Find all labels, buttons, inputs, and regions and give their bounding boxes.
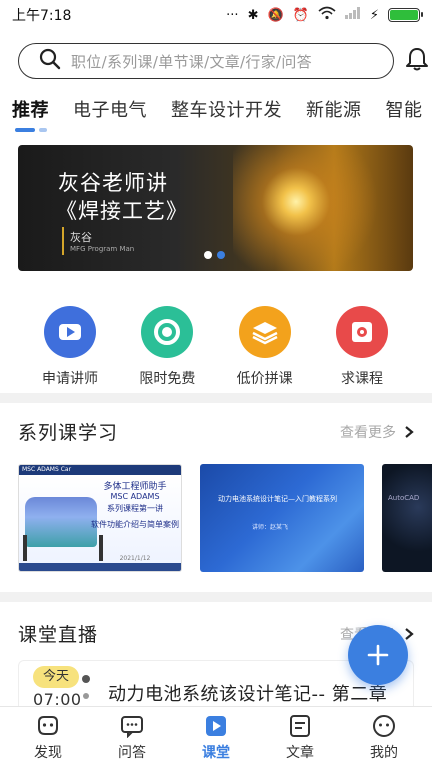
nav-profile[interactable]: 我的 [349, 714, 419, 762]
clock: 上午7:18 [12, 8, 72, 24]
series-section-title: 系列课学习 [18, 422, 119, 444]
more-label: 查看更多 [340, 424, 396, 441]
mute-bell-icon: 🔕 [267, 7, 284, 23]
live-title: 动力电池系统该设计笔记-- 第二章 [108, 684, 388, 705]
request-course-button[interactable]: 求课程 [322, 306, 402, 388]
nav-classroom[interactable]: 课堂 [181, 714, 251, 762]
search-placeholder: 职位/系列课/单节课/文章/行家/问答 [71, 52, 312, 71]
series-section-header: 系列课学习 查看更多 [18, 418, 414, 445]
card-header: MSC ADAMS Car [19, 465, 181, 475]
banner-title-line2: 《焊接工艺》 [56, 199, 188, 223]
nav-qa[interactable]: 问答 [97, 714, 167, 762]
tab-electronics[interactable]: 电子电气 [73, 96, 147, 126]
search-row: 职位/系列课/单节课/文章/行家/问答 [18, 43, 432, 79]
card-line2: MSC ADAMS [110, 492, 160, 501]
card-line4: 软件功能介绍与简单案例 [91, 520, 179, 529]
dots-icon: ··· [226, 7, 239, 23]
bluetooth-icon: ✱ [247, 7, 259, 23]
banner-dot[interactable] [217, 251, 225, 259]
plus-icon [367, 644, 389, 666]
alarm-icon: ⏰ [292, 7, 309, 23]
search-input[interactable]: 职位/系列课/单节课/文章/行家/问答 [18, 43, 394, 79]
series-more-link[interactable]: 查看更多 [340, 422, 414, 442]
card-line1: AutoCAD [388, 494, 420, 502]
group-buy-button[interactable]: 低价拼课 [225, 306, 305, 388]
free-limited-button[interactable]: 限时免费 [127, 306, 207, 388]
tab-recommend[interactable]: 推荐 [12, 96, 49, 126]
quick-label: 申请讲师 [42, 371, 98, 387]
nav-article[interactable]: 文章 [265, 714, 335, 762]
card-line1: 多体工程师助手 [103, 482, 167, 492]
series-course-card[interactable]: 动力电池系统设计笔记—入门教程系列 讲师：赵某飞 [200, 464, 364, 572]
card-date: 2021/1/12 [119, 555, 151, 562]
quick-label: 低价拼课 [236, 371, 293, 387]
nav-label: 课堂 [202, 744, 230, 761]
timeline-dot [82, 675, 90, 683]
welding-sparks-image [233, 145, 413, 271]
banner-teacher-role: MFG Program Man [70, 245, 135, 253]
charging-icon: ⚡ [369, 7, 379, 23]
banner-dot[interactable] [204, 251, 212, 259]
tab-indicator [15, 128, 49, 132]
live-section-title: 课堂直播 [18, 624, 99, 646]
nav-label: 我的 [370, 744, 398, 761]
timer-ring-icon [141, 306, 194, 358]
series-course-card[interactable]: AutoCAD [382, 464, 432, 572]
classroom-play-icon [206, 715, 226, 736]
profile-face-icon [373, 714, 395, 737]
play-video-icon [44, 306, 96, 358]
tab-vehicle-design[interactable]: 整车设计开发 [171, 96, 282, 126]
quick-label: 限时免费 [139, 371, 196, 387]
signal-icon [344, 7, 361, 23]
card-thumbnail: 多体工程师助手 MSC ADAMS 系列课程第一讲 软件功能介绍与简单案例 20… [19, 475, 181, 565]
card-line1: 动力电池系统设计笔记—入门教程系列 [218, 495, 337, 503]
banner-accent-bar [62, 227, 64, 255]
chevron-right-icon [405, 425, 414, 438]
notification-bell-icon[interactable] [405, 46, 429, 76]
promo-banner[interactable]: 灰谷老师讲 《焊接工艺》 灰谷 MFG Program Man [18, 145, 413, 271]
status-icons: ··· ✱ 🔕 ⏰ ⚡ [226, 6, 423, 24]
section-divider [0, 393, 432, 403]
section-divider [0, 592, 432, 602]
stack-layers-icon [238, 306, 291, 358]
series-course-list: MSC ADAMS Car 多体工程师助手 MSC ADAMS 系列课程第一讲 … [18, 464, 432, 574]
nav-label: 问答 [118, 744, 146, 761]
live-day-badge: 今天 [33, 666, 79, 688]
card-line3: 系列课程第一讲 [107, 504, 163, 513]
banner-pagination[interactable] [204, 251, 225, 259]
card-line2: 讲师：赵某飞 [252, 524, 289, 531]
nav-label: 发现 [34, 744, 62, 761]
bottom-nav: 发现 问答 课堂 文章 我的 [0, 706, 432, 768]
banner-title-line1: 灰谷老师讲 [58, 171, 168, 195]
series-course-card[interactable]: MSC ADAMS Car 多体工程师助手 MSC ADAMS 系列课程第一讲 … [18, 464, 182, 572]
category-tabs: 推荐 电子电气 整车设计开发 新能源 智能 [12, 96, 432, 126]
qa-chat-icon [121, 715, 143, 738]
card-footer-bar [19, 563, 181, 571]
battery-icon [388, 8, 423, 22]
chevron-right-icon [405, 627, 414, 640]
tab-new-energy[interactable]: 新能源 [306, 96, 362, 126]
nav-label: 文章 [286, 744, 314, 761]
wifi-icon [318, 6, 336, 24]
discover-icon [38, 715, 58, 735]
request-square-icon [335, 306, 388, 358]
add-fab-button[interactable] [348, 625, 408, 685]
quick-label: 求课程 [340, 371, 383, 387]
timeline-dot [83, 693, 89, 699]
apply-lecturer-button[interactable]: 申请讲师 [30, 306, 110, 388]
nav-discover[interactable]: 发现 [13, 714, 83, 762]
status-bar: 上午7:18 ··· ✱ 🔕 ⏰ ⚡ [0, 0, 432, 30]
quick-actions: 申请讲师 限时免费 低价拼课 求课程 [18, 306, 414, 388]
search-icon [39, 48, 61, 74]
article-icon [290, 714, 310, 737]
banner-teacher-name: 灰谷 [70, 231, 92, 244]
tab-smart[interactable]: 智能 [386, 96, 423, 126]
